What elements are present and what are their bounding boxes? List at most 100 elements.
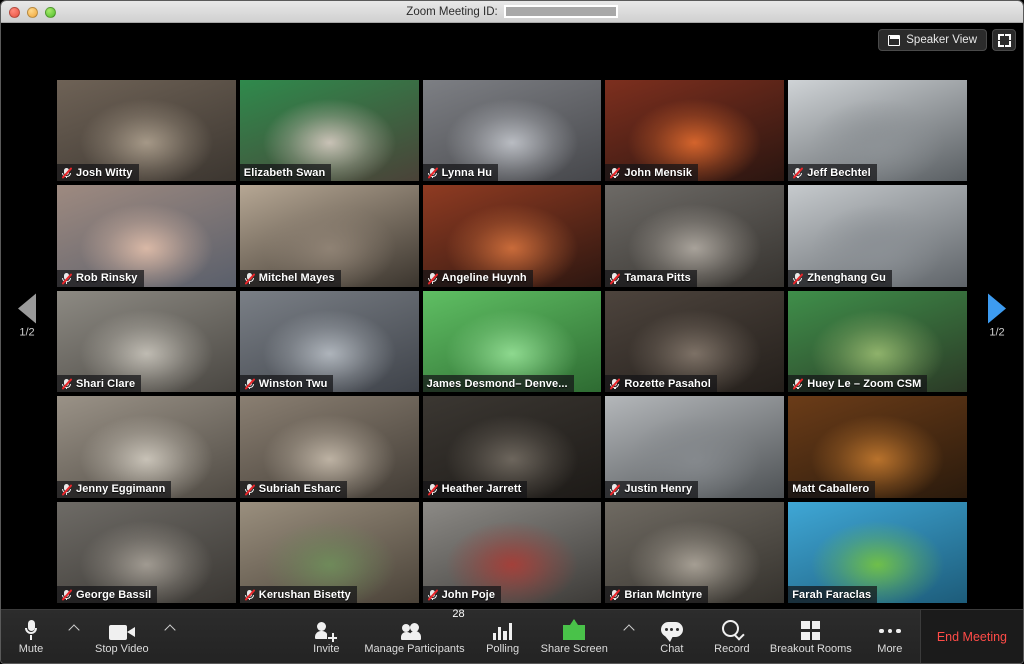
participant-name: Jenny Eggimann (76, 483, 166, 496)
participant-tile[interactable]: Lynna Hu (422, 80, 602, 182)
participant-name: Rozette Pasahol (624, 377, 711, 390)
invite-person-icon (315, 622, 339, 643)
toolbar-center-group: Invite 28 Manage Participants Polling Share … (296, 608, 920, 663)
participant-tile[interactable]: Winston Twu (239, 290, 419, 393)
toolbar-icon-wrap (492, 618, 513, 640)
next-page-button[interactable]: 1/2 (971, 293, 1023, 339)
participant-name-bar: Subriah Esharc (239, 480, 347, 498)
toolbar-button-manage-participants[interactable]: 28 Manage Participants (356, 608, 472, 663)
toolbar-icon-wrap (721, 618, 745, 641)
chevron-up-icon-mute[interactable] (61, 610, 87, 663)
microphone-muted-icon (427, 483, 439, 496)
end-meeting-button[interactable]: End Meeting (919, 610, 1023, 663)
participant-name-bar: Heather Jarrett (422, 480, 528, 498)
toolbar-button-polling[interactable]: Polling (473, 610, 533, 663)
zoom-meeting-window: Zoom Meeting ID: Speaker View 1/2 1/2 Jo… (0, 0, 1024, 664)
participant-name-bar: Zhenghang Gu (788, 269, 892, 287)
participant-tile[interactable]: Huey Le – Zoom CSM (788, 290, 967, 393)
microphone-muted-icon (427, 589, 439, 601)
participant-tile[interactable]: Josh Witty (57, 80, 236, 182)
participant-tile[interactable]: Kerushan Bisetty (239, 501, 419, 603)
toolbar-button-label: Record (714, 643, 750, 655)
triangle-right-icon (988, 293, 1006, 324)
participant-name-bar: Angeline Huynh (422, 269, 533, 287)
next-page-label: 1/2 (989, 326, 1005, 339)
microphone-muted-icon (609, 589, 621, 601)
participant-name: James Desmond– Denve... (426, 377, 568, 390)
participant-tile[interactable]: Tamara Pitts (605, 185, 785, 287)
participant-tile[interactable]: Justin Henry (605, 396, 785, 498)
participant-name: Kerushan Bisetty (258, 588, 351, 601)
participant-name-bar: Jenny Eggimann (57, 480, 172, 498)
participant-tile[interactable]: Shari Clare (57, 290, 236, 393)
participant-name-bar: Brian McIntyre (605, 586, 709, 603)
participant-name-bar: Rob Rinsky (57, 269, 144, 287)
microphone-muted-icon (61, 483, 73, 496)
minimize-button[interactable] (27, 6, 38, 18)
participant-tile[interactable]: Jenny Eggimann (57, 396, 236, 498)
speaker-view-label: Speaker View (906, 34, 977, 46)
microphone-muted-icon (244, 272, 256, 285)
participant-tile[interactable]: John Mensik (605, 80, 785, 182)
participant-tile[interactable]: Elizabeth Swan (239, 80, 419, 182)
toolbar-icon-wrap (108, 618, 135, 640)
participant-name: John Poje (441, 588, 496, 601)
toolbar-left-group: Mute Stop Video (1, 610, 183, 663)
participant-name-bar: Winston Twu (239, 375, 334, 393)
toolbar-button-chat[interactable]: Chat (642, 610, 702, 663)
end-meeting-label: End Meeting (936, 629, 1007, 644)
participant-tile[interactable]: Angeline Huynh (422, 185, 602, 287)
participant-tile[interactable]: Mitchel Mayes (239, 185, 419, 287)
fullscreen-button[interactable] (992, 29, 1016, 51)
meeting-toolbar: Mute Stop Video Invite 28 Manage Participan… (1, 608, 1023, 663)
toolbar-button-label: Chat (660, 643, 684, 655)
toolbar-icon-wrap (660, 618, 683, 642)
participant-tile[interactable]: James Desmond– Denve... (422, 290, 602, 393)
toolbar-button-share-screen[interactable]: Share Screen (533, 610, 616, 663)
triangle-left-icon (18, 293, 36, 324)
toolbar-button-mute[interactable]: Mute (1, 610, 61, 663)
microphone-muted-icon (427, 167, 439, 180)
participant-tile[interactable]: Jeff Bechtel (788, 80, 967, 182)
participant-tile[interactable]: John Poje (422, 501, 602, 603)
zoom-button[interactable] (45, 6, 56, 18)
participant-name-bar: Justin Henry (605, 480, 699, 498)
speaker-view-button[interactable]: Speaker View (878, 29, 987, 51)
toolbar-button-invite[interactable]: Invite (296, 610, 356, 663)
microphone-muted-icon (609, 378, 621, 391)
participant-name: George Bassil (76, 588, 152, 601)
microphone-muted-icon (792, 378, 804, 391)
chat-bubble-icon (660, 622, 683, 642)
participant-tile[interactable]: Zhenghang Gu (788, 185, 967, 287)
chevron-up-icon-share-screen[interactable] (616, 610, 642, 663)
record-icon (721, 620, 745, 641)
participant-name: Heather Jarrett (441, 483, 522, 496)
microphone-muted-icon (61, 272, 73, 285)
toolbar-icon-wrap (315, 618, 339, 643)
toolbar-button-stop-video[interactable]: Stop Video (87, 610, 157, 663)
toolbar-icon-wrap (879, 618, 901, 640)
participant-name-bar: Jeff Bechtel (788, 164, 877, 182)
toolbar-icon-wrap (401, 618, 426, 640)
toolbar-button-breakout-rooms[interactable]: Breakout Rooms (762, 610, 860, 663)
participant-tile[interactable]: Subriah Esharc (239, 396, 419, 498)
close-button[interactable] (9, 6, 20, 18)
microphone-muted-icon (792, 167, 804, 180)
chevron-up-icon-stop-video[interactable] (157, 610, 183, 663)
previous-page-button[interactable]: 1/2 (1, 293, 53, 339)
toolbar-button-record[interactable]: Record (702, 610, 762, 663)
participant-tile[interactable]: Farah Faraclas (788, 501, 967, 603)
participant-tile[interactable]: George Bassil (57, 501, 236, 603)
participant-tile[interactable]: Rozette Pasahol (605, 290, 785, 393)
breakout-rooms-icon (801, 621, 821, 640)
participant-tile[interactable]: Brian McIntyre (605, 501, 785, 603)
microphone-muted-icon (61, 378, 73, 391)
participant-tile[interactable]: Heather Jarrett (422, 396, 602, 498)
toolbar-button-more[interactable]: More (860, 610, 920, 663)
participant-name: Tamara Pitts (624, 272, 691, 285)
participant-name-bar: John Poje (422, 586, 502, 603)
microphone-muted-icon (792, 272, 804, 285)
participant-tile[interactable]: Rob Rinsky (57, 185, 236, 287)
microphone-muted-icon (244, 589, 256, 601)
participant-tile[interactable]: Matt Caballero (788, 396, 967, 498)
